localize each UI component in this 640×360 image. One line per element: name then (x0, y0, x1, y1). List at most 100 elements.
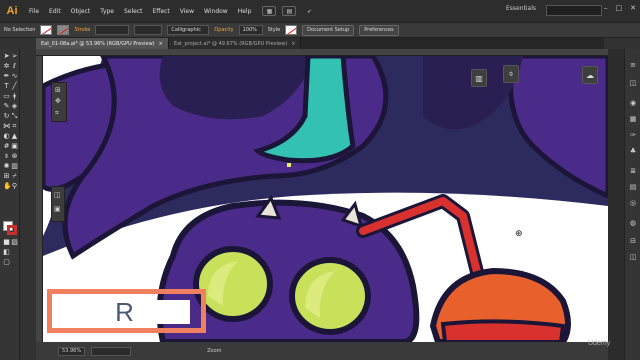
document-tabs: Eat_01-08a.ai* @ 53.96% (RGB/GPU Preview… (36, 38, 604, 49)
crop-mini-icon[interactable]: ⌗ (55, 109, 59, 118)
minimize-icon[interactable]: – (604, 4, 608, 12)
gpu-rocket-icon[interactable]: ➶ (302, 6, 316, 16)
curvature-tool-icon[interactable]: ∿ (11, 73, 18, 80)
search-stock-input[interactable] (546, 5, 602, 16)
stroke-panel-icon[interactable]: ≣ (629, 167, 637, 175)
pathfinder-icon[interactable]: ◫ (629, 253, 637, 261)
magic-wand-tool-icon[interactable]: ✲ (3, 63, 10, 70)
rectangle-tool-icon[interactable]: ▭ (3, 93, 10, 100)
menu-view[interactable]: View (175, 8, 199, 15)
align-icon[interactable]: ⊟ (629, 237, 637, 245)
line-tool-icon[interactable]: ╱ (11, 83, 18, 90)
layers-icon[interactable]: ◫ (629, 79, 637, 87)
tools-panel: ➤ ➢ ✲ ℓ ✒ ∿ T ╱ ▭ ǂ ✎ ◈ ↻ ⤡ ⋈ ⌗ ◐ ▲ # ▣ … (0, 49, 20, 360)
tab-close-icon[interactable]: × (159, 41, 163, 47)
brushes-icon[interactable]: ✑ (629, 131, 637, 139)
rotate-tool-icon[interactable]: ↻ (3, 113, 10, 120)
stroke-color-box[interactable] (7, 225, 17, 235)
tab-close-icon[interactable]: × (291, 41, 295, 47)
tab-eat-project[interactable]: Eat_project.ai* @ 49.67% (RGB/GPU Previe… (168, 38, 302, 49)
properties-icon[interactable]: ≡ (629, 61, 637, 69)
lasso-tool-icon[interactable]: ℓ (11, 63, 18, 70)
blend-tool-icon[interactable]: ⊗ (11, 153, 18, 160)
move-mini-icon[interactable]: ✥ (55, 97, 61, 105)
free-transform-tool-icon[interactable]: ⌗ (11, 123, 18, 130)
graphic-style-swatch[interactable] (285, 25, 298, 35)
stroke-weight-field[interactable] (95, 25, 130, 35)
draw-mode-icon[interactable]: ◧ (3, 249, 10, 256)
floating-tool-panel: ⊞ ✥ ⌗ (51, 82, 67, 122)
arrange-documents-icon[interactable]: ▤ (282, 6, 297, 16)
menu-select[interactable]: Select (119, 8, 148, 15)
shape-builder-tool-icon[interactable]: ◐ (3, 133, 10, 140)
direct-selection-tool-icon[interactable]: ➢ (11, 53, 18, 60)
pen-tool-icon[interactable]: ✒ (3, 73, 10, 80)
stroke-link[interactable]: Stroke (74, 27, 90, 33)
swatches-icon[interactable]: ▦ (629, 115, 637, 123)
close-icon[interactable]: ✕ (630, 4, 636, 12)
scale-tool-icon[interactable]: ⤡ (11, 113, 18, 120)
menu-type[interactable]: Type (95, 8, 119, 15)
perspective-grid-tool-icon[interactable]: ▲ (11, 133, 18, 140)
panel-dock: ≡ ◫ ◉ ▦ ✑ ♣ ≣ ▤ ◎ ◍ ⊟ ◫ (624, 49, 640, 360)
paintbrush-tool-icon[interactable]: ǂ (11, 93, 18, 100)
symbol-sprayer-tool-icon[interactable]: ✺ (3, 163, 10, 170)
layers-mini-icon[interactable]: ◫ (54, 191, 61, 199)
right-dock-gap (608, 49, 624, 360)
menu-file[interactable]: File (24, 8, 44, 15)
artboard-mini-icon[interactable]: ⊞ (55, 86, 61, 94)
floating-coffee-panel[interactable]: ☁ (582, 66, 598, 84)
menu-object[interactable]: Object (66, 8, 96, 15)
menu-effect[interactable]: Effect (148, 8, 175, 15)
gradient-tool-icon[interactable]: ▣ (11, 143, 18, 150)
transform-mini-icon[interactable]: ▣ (54, 205, 61, 213)
width-tool-icon[interactable]: ⋈ (3, 123, 10, 130)
color-mode-icon[interactable]: ■ (3, 239, 10, 246)
floating-dropper-panel[interactable]: ⌽ (503, 65, 519, 83)
zoom-tool-icon[interactable]: ⚲ (11, 183, 18, 190)
lower-third-overlay: R (47, 289, 206, 333)
bridge-icon[interactable]: ▦ (262, 6, 277, 16)
hand-tool-icon[interactable]: ✋ (3, 183, 12, 190)
fill-stroke-widget[interactable] (3, 221, 17, 235)
selection-tool-icon[interactable]: ➤ (3, 53, 10, 60)
menu-window[interactable]: Window (199, 8, 233, 15)
drink-cup-band (440, 319, 566, 342)
illustrator-window: Ai File Edit Object Type Select Effect V… (0, 0, 640, 360)
symbols-icon[interactable]: ♣ (629, 147, 637, 155)
maximize-icon[interactable]: □ (616, 4, 623, 12)
gradient-panel-icon[interactable]: ▤ (629, 183, 637, 191)
horizontal-ruler (36, 49, 608, 56)
gradient-mode-icon[interactable]: ▨ (11, 239, 18, 246)
type-tool-icon[interactable]: T (3, 83, 10, 90)
tab-eat-01-08a[interactable]: Eat_01-08a.ai* @ 53.96% (RGB/GPU Preview… (36, 38, 169, 49)
eraser-tool-icon[interactable]: ◈ (11, 103, 18, 110)
document-setup-button[interactable]: Document Setup (302, 24, 355, 36)
tab-label: Eat_01-08a.ai* @ 53.96% (RGB/GPU Preview… (41, 40, 155, 47)
artboard-tool-icon[interactable]: ⊞ (3, 173, 10, 180)
slice-tool-icon[interactable]: ⌿ (11, 173, 18, 180)
color-icon[interactable]: ◉ (629, 99, 637, 107)
screen-mode-icon[interactable]: ▢ (3, 259, 10, 266)
stroke-swatch[interactable] (57, 25, 70, 35)
menu-edit[interactable]: Edit (44, 8, 66, 15)
workspace-switcher[interactable]: Essentials (506, 5, 542, 17)
preferences-button[interactable]: Preferences (359, 24, 399, 36)
appearance-icon[interactable]: ◍ (629, 219, 637, 227)
transparency-icon[interactable]: ◎ (629, 199, 637, 207)
opacity-link[interactable]: Opacity (214, 27, 233, 33)
menu-help[interactable]: Help (233, 8, 257, 15)
brush-definition-select[interactable]: Calligraphic (167, 25, 210, 35)
graph-tool-icon[interactable]: ▥ (11, 163, 18, 170)
pencil-tool-icon[interactable]: ✎ (3, 103, 10, 110)
tab-label: Eat_project.ai* @ 49.67% (RGB/GPU Previe… (173, 40, 288, 47)
artboard-navigator[interactable] (91, 346, 132, 356)
mesh-tool-icon[interactable]: # (3, 143, 10, 150)
variable-width-select[interactable] (134, 25, 163, 35)
opacity-field[interactable]: 100% (238, 25, 263, 35)
eyedropper-tool-icon[interactable]: ⌽ (3, 153, 10, 160)
floating-chart-panel[interactable]: ▥ (471, 69, 487, 87)
anchor-point (287, 163, 291, 167)
zoom-level-field[interactable]: 53.96% (58, 346, 86, 356)
fill-swatch[interactable] (40, 25, 53, 35)
